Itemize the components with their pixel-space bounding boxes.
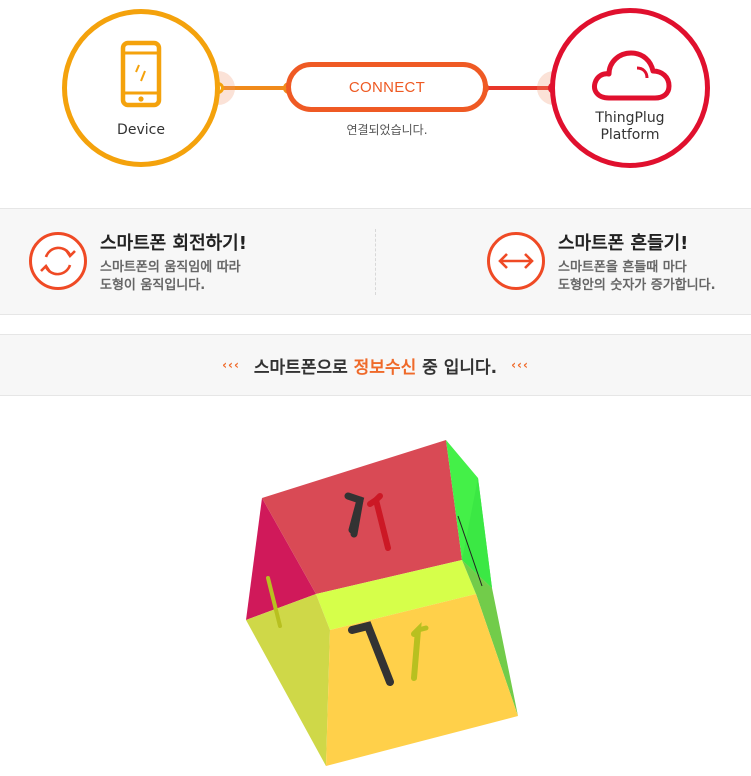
feature-desc-line: 스마트폰의 움직임에 따라 [100, 260, 241, 275]
rotate-icon [29, 232, 87, 290]
banner-text-after: 중 입니다. [422, 357, 498, 378]
device-label: Device [117, 122, 165, 138]
feature-desc-line: 도형안의 숫자가 증가합니다. [558, 278, 716, 293]
connect-button[interactable]: CONNECT [286, 62, 488, 112]
feature-desc-line: 도형이 움직입니다. [100, 278, 206, 293]
feature-desc: 스마트폰의 움직임에 따라 도형이 움직입니다. [100, 259, 241, 295]
feature-title: 스마트폰 흔들기! [558, 233, 689, 254]
chevrons-left-icon: ‹‹‹ [222, 358, 240, 372]
platform-label-line2: Platform [600, 127, 660, 143]
feature-desc: 스마트폰을 흔들때 마다 도형안의 숫자가 증가합니다. [558, 259, 716, 295]
banner-highlight: 정보수신 [353, 357, 417, 378]
connection-status-text: 연결되었습니다. [346, 123, 428, 137]
feature-title: 스마트폰 회전하기! [100, 233, 247, 254]
rotating-cube[interactable] [230, 430, 530, 774]
cube-graphic [246, 440, 518, 766]
feature-desc-line: 스마트폰을 흔들때 마다 [558, 260, 687, 275]
smartphone-icon [117, 40, 165, 112]
banner-text-before: 스마트폰으로 [253, 357, 348, 378]
receiving-banner: ‹‹‹ 스마트폰으로 정보수신 중 입니다. ‹‹‹ [0, 334, 751, 396]
platform-label-line1: ThingPlug [595, 110, 665, 126]
cloud-icon [589, 46, 673, 108]
shake-arrows-icon [487, 232, 545, 290]
cube-face-front-left [246, 594, 330, 766]
platform-label: ThingPlug Platform [555, 110, 705, 144]
divider [375, 229, 376, 295]
chevrons-left-icon: ‹‹‹ [511, 358, 529, 372]
feature-guide-band: 스마트폰 회전하기! 스마트폰의 움직임에 따라 도형이 움직입니다. 스마트폰… [0, 208, 751, 315]
device-node: Device [62, 9, 220, 167]
connection-status-panel: Device CONNECT 연결되었습니다. ThingPlug Platfo… [0, 0, 751, 180]
platform-node: ThingPlug Platform [550, 8, 710, 168]
